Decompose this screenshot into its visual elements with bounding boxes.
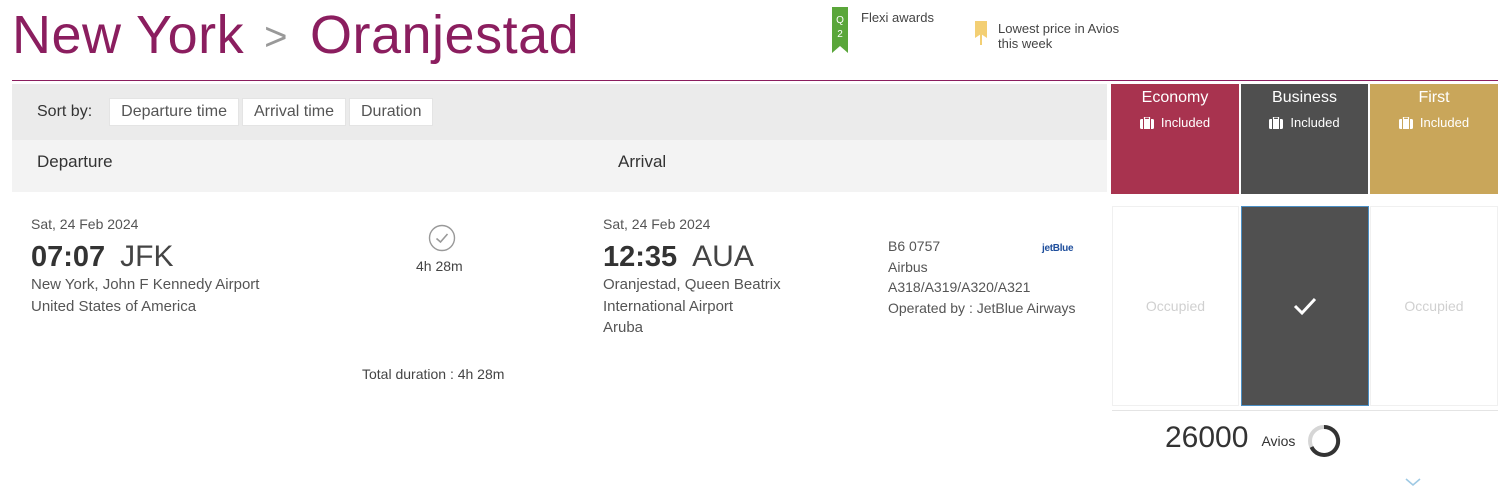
check-circle-icon <box>428 224 456 252</box>
origin-city: New York <box>12 5 245 65</box>
arrival-airport-name-line2: International Airport <box>603 297 734 315</box>
cabin-header-economy: Economy Included <box>1111 84 1239 194</box>
arrival-column-label: Arrival <box>618 152 667 171</box>
cabin-header-first: First Included <box>1370 84 1498 194</box>
checkmark-icon <box>1293 297 1317 316</box>
cabin-header-business: Business Included <box>1241 84 1368 194</box>
baggage-included: Included <box>1111 115 1239 130</box>
arrival-time: 12:35 <box>603 241 678 273</box>
column-header: Departure Arrival <box>12 140 1107 192</box>
departure-column-label: Departure <box>37 152 113 171</box>
route-separator: > <box>264 14 288 59</box>
arrival-country: Aruba <box>603 319 644 336</box>
fare-status: Occupied <box>1145 298 1206 314</box>
departure-time-row: 07:07 JFK <box>31 240 174 274</box>
fare-divider <box>1112 410 1498 411</box>
baggage-icon <box>1398 116 1413 129</box>
cabin-name: Business <box>1272 89 1337 106</box>
sort-bar: Sort by: Departure time Arrival time Dur… <box>12 84 1107 140</box>
aircraft-make: Airbus <box>888 258 928 275</box>
flexi-awards-legend: Q 2 Flexi awards <box>832 7 934 53</box>
arrival-date: Sat, 24 Feb 2024 <box>603 216 711 232</box>
jetblue-logo: jetBlue <box>1042 243 1074 254</box>
sort-departure-time-button[interactable]: Departure time <box>109 98 239 126</box>
arrival-airport: Oranjestad, Queen Beatrix International … <box>603 274 781 339</box>
fare-cell-business[interactable] <box>1241 206 1369 406</box>
departure-airport-name: New York, John F Kennedy Airport <box>31 276 260 293</box>
flight-duration: 4h 28m <box>416 258 463 274</box>
flexi-flag-icon: Q 2 <box>832 7 848 53</box>
arrival-airport-name-line1: Oranjestad, Queen Beatrix <box>603 276 781 293</box>
fare-status: Occupied <box>1404 298 1464 314</box>
baggage-label: Included <box>1160 115 1211 130</box>
header-divider <box>12 80 1498 81</box>
baggage-included: Included <box>1241 115 1368 130</box>
svg-text:Q: Q <box>836 15 844 26</box>
baggage-label: Included <box>1290 115 1340 130</box>
departure-airport: New York, John F Kennedy Airport United … <box>31 274 259 317</box>
departure-country: United States of America <box>31 297 197 315</box>
aircraft-models: A318/A319/A320/A321 <box>888 279 1031 295</box>
flexi-awards-label: Flexi awards <box>861 10 934 25</box>
fare-cell-first[interactable]: Occupied <box>1370 206 1498 406</box>
sort-label: Sort by: <box>37 103 93 120</box>
cabin-name: First <box>1418 89 1450 106</box>
sort-duration-button[interactable]: Duration <box>348 98 434 126</box>
lowest-price-label: Lowest price in Avios this week <box>998 21 1119 51</box>
departure-airport-code: JFK <box>120 240 174 273</box>
avios-amount: 26000 <box>1165 421 1249 454</box>
arrival-time-row: 12:35 AUA <box>603 240 754 274</box>
avios-unit: Avios <box>1261 433 1296 449</box>
destination-city: Oranjestad <box>310 5 580 65</box>
baggage-icon <box>1139 116 1154 129</box>
departure-date: Sat, 24 Feb 2024 <box>31 216 139 232</box>
loading-spinner-icon <box>1308 424 1341 457</box>
fare-cell-economy[interactable]: Occupied <box>1112 206 1239 406</box>
lowest-price-label-line1: Lowest price in Avios <box>998 21 1120 36</box>
lowest-price-label-line2: this week <box>998 36 1053 51</box>
cabin-name: Economy <box>1141 89 1209 106</box>
page-title: New York > Oranjestad <box>12 4 579 66</box>
baggage-included: Included <box>1370 115 1498 130</box>
lowest-price-legend: Lowest price in Avios this week <box>974 21 1119 51</box>
avios-price: 26000 Avios <box>1165 418 1341 458</box>
lowest-price-flag-icon <box>975 21 987 45</box>
departure-time: 07:07 <box>31 241 106 273</box>
baggage-label: Included <box>1419 115 1470 130</box>
operated-by: Operated by : JetBlue Airways <box>888 299 1076 316</box>
arrival-airport-code: AUA <box>692 240 754 273</box>
sort-arrival-time-button[interactable]: Arrival time <box>241 98 346 126</box>
chevron-down-icon[interactable] <box>1404 476 1422 488</box>
total-duration: Total duration : 4h 28m <box>362 366 505 382</box>
svg-text:2: 2 <box>837 29 843 40</box>
baggage-icon <box>1269 116 1284 129</box>
